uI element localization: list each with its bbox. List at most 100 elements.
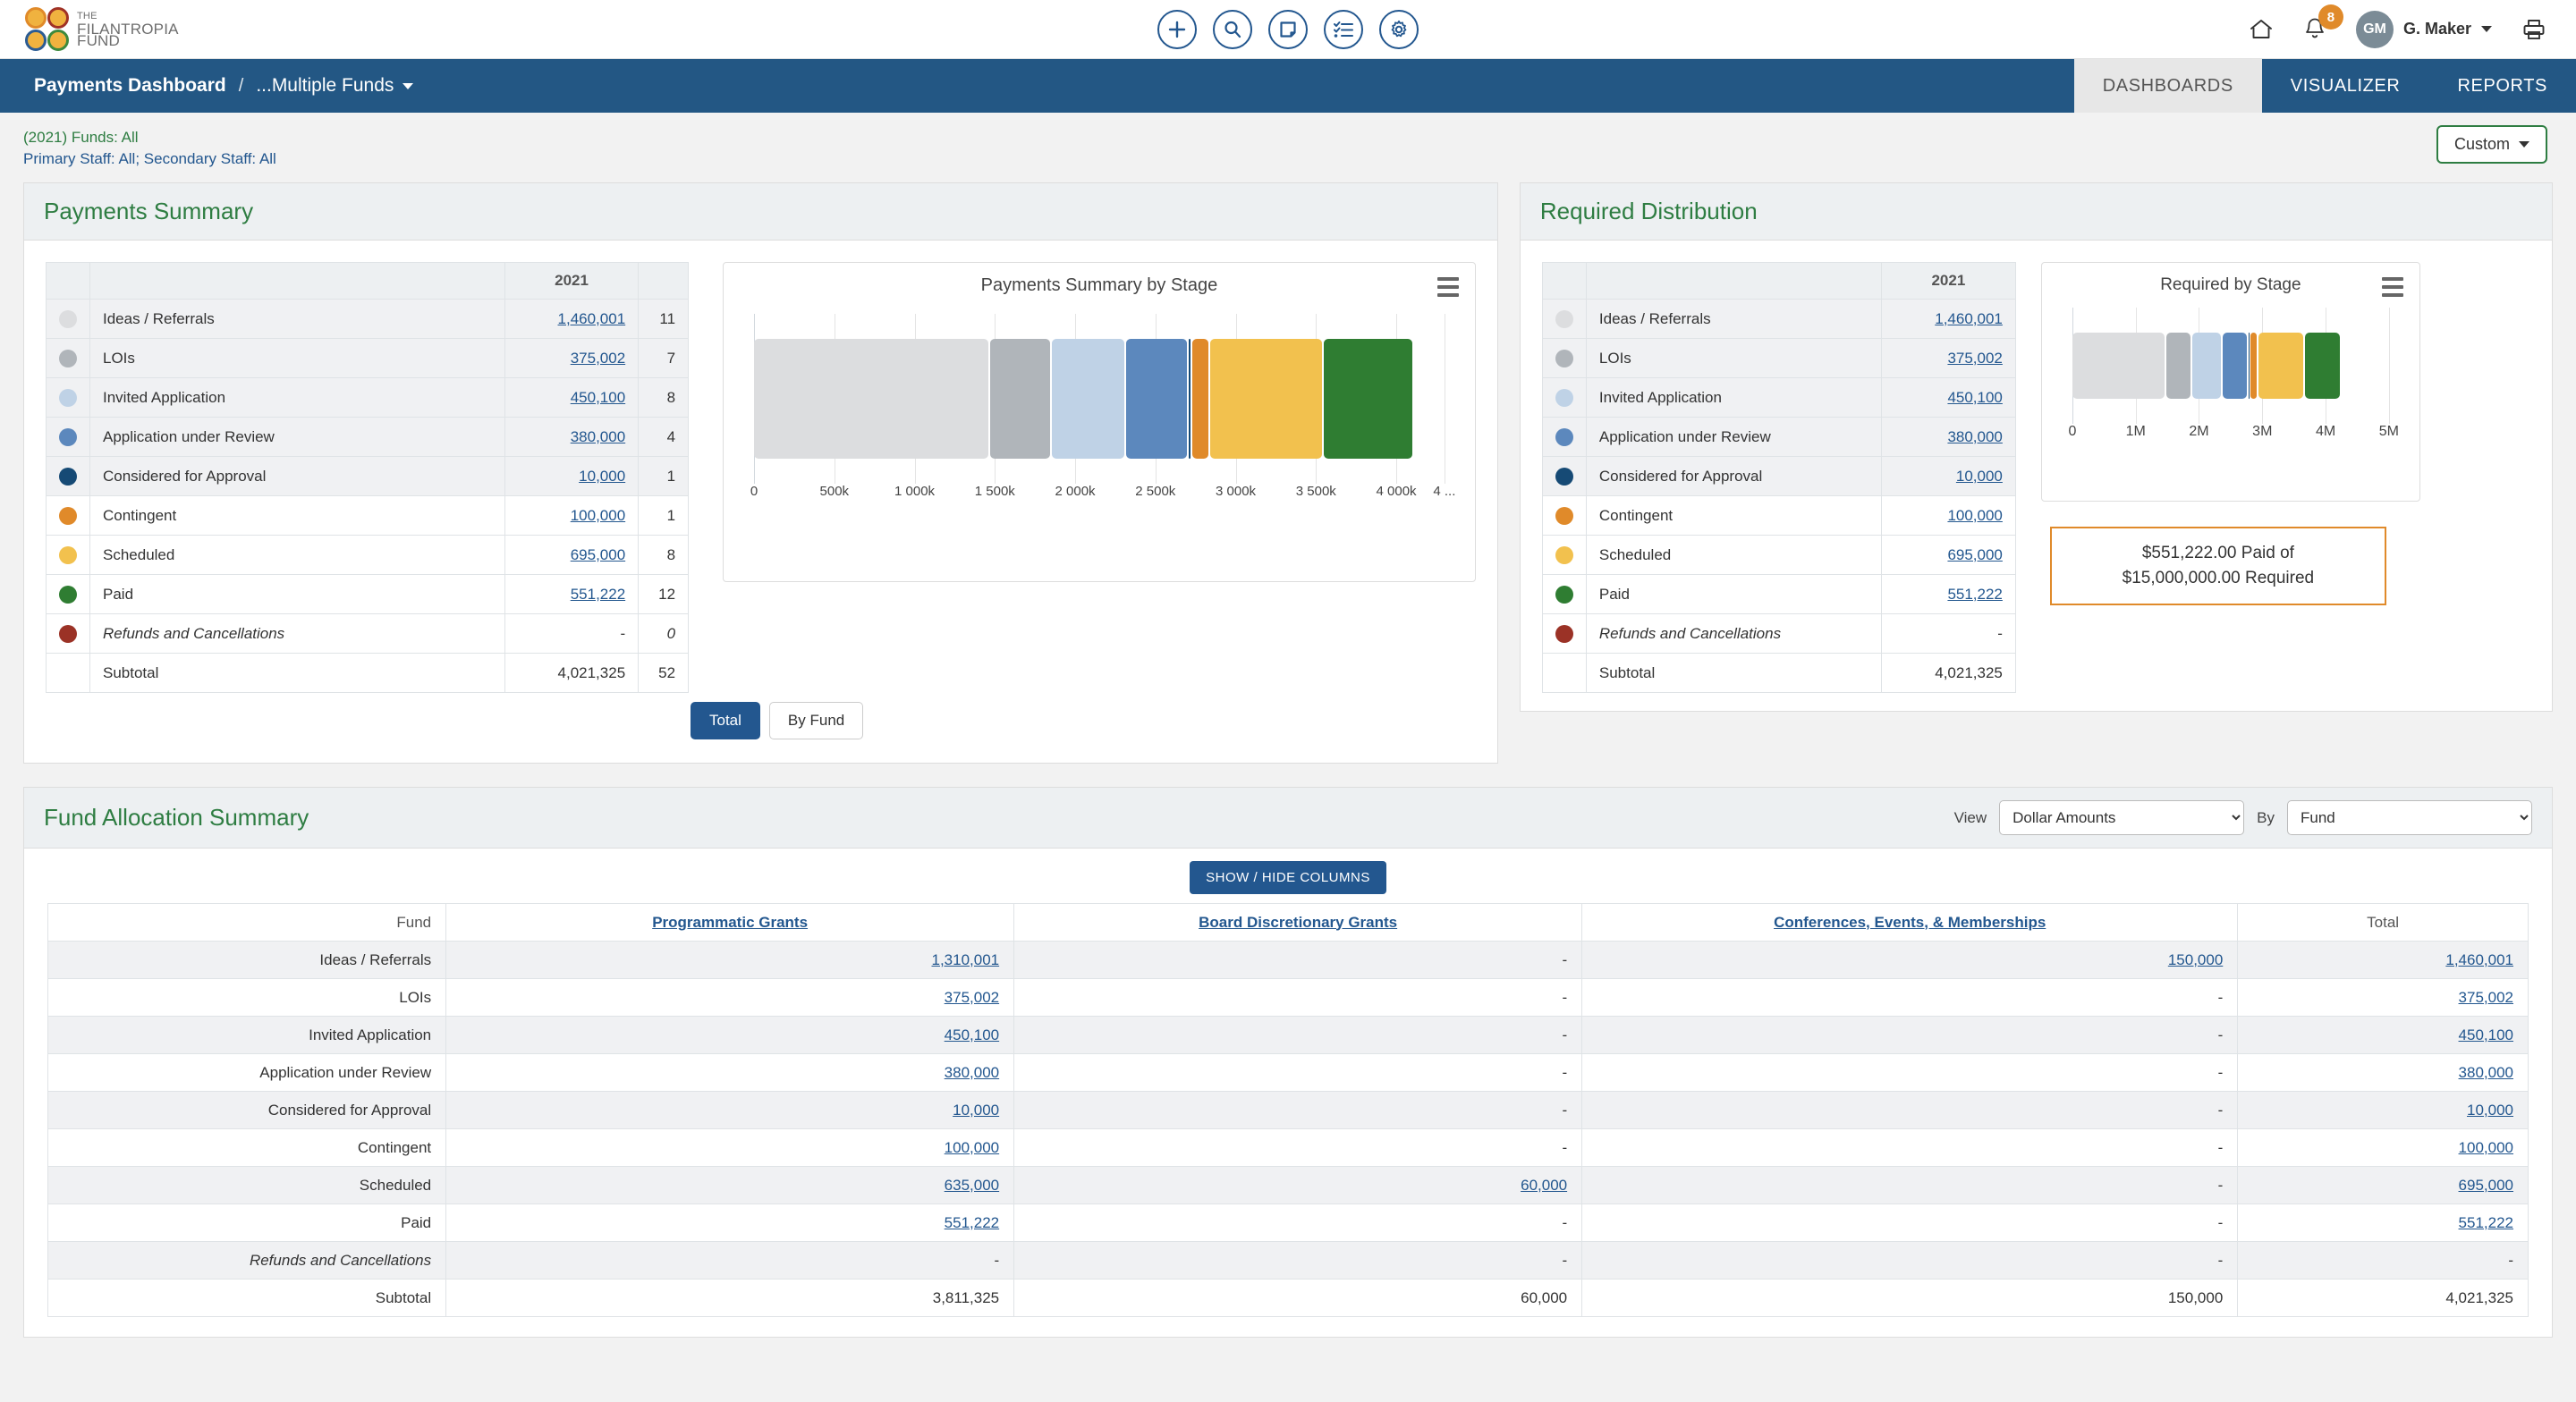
amount-link[interactable]: 10,000 [1956,468,2003,485]
stage-amount[interactable]: 375,002 [1881,339,2015,378]
chart-menu-icon[interactable] [2382,277,2403,301]
user-menu[interactable]: GM G. Maker [2356,11,2492,48]
fund-amount-cell[interactable]: 375,002 [2238,979,2529,1017]
col-conferences-link[interactable]: Conferences, Events, & Memberships [1774,914,2046,931]
chart-bar-segment[interactable] [2223,333,2247,399]
fund-amount-cell[interactable]: 551,222 [2238,1204,2529,1242]
stage-amount[interactable]: 10,000 [1881,457,2015,496]
amount-link[interactable]: 150,000 [2168,951,2223,968]
printer-icon[interactable] [2522,18,2546,41]
amount-link[interactable]: 100,000 [945,1139,999,1156]
amount-link[interactable]: 1,460,001 [2445,951,2513,968]
stage-amount[interactable]: 1,460,001 [1881,300,2015,339]
toggle-total-button[interactable]: Total [691,702,760,739]
fund-amount-cell[interactable]: 1,460,001 [2238,942,2529,979]
col-board-discretionary-grants-link[interactable]: Board Discretionary Grants [1199,914,1397,931]
brand-logo[interactable]: THE FILANTROPIA FUND [0,7,179,51]
amount-link[interactable]: 10,000 [579,468,625,485]
col-programmatic-grants-link[interactable]: Programmatic Grants [652,914,808,931]
amount-link[interactable]: 1,310,001 [931,951,999,968]
amount-link[interactable]: 551,222 [2459,1214,2513,1231]
fund-amount-cell[interactable]: 150,000 [1582,942,2238,979]
fund-amount-cell[interactable]: 551,222 [446,1204,1014,1242]
note-icon[interactable] [1268,10,1308,49]
amount-link[interactable]: 695,000 [1947,546,2002,563]
by-select[interactable]: Fund [2287,800,2532,835]
chart-bar-segment[interactable] [1052,339,1124,459]
chart-bar-segment[interactable] [2250,333,2257,399]
chart-bar-segment[interactable] [2192,333,2221,399]
chart-bar-segment[interactable] [1189,339,1191,459]
amount-link[interactable]: 100,000 [1947,507,2002,524]
stage-amount[interactable]: 695,000 [504,536,638,575]
amount-link[interactable]: 380,000 [945,1064,999,1081]
fund-amount-cell[interactable]: 695,000 [2238,1167,2529,1204]
chart-bar-segment[interactable] [1126,339,1187,459]
stage-amount[interactable]: 375,002 [504,339,638,378]
chart-menu-icon[interactable] [1437,277,1459,301]
fund-amount-cell[interactable]: 1,310,001 [446,942,1014,979]
chart-bar-segment[interactable] [754,339,988,459]
fund-amount-cell[interactable]: 380,000 [446,1054,1014,1092]
amount-link[interactable]: 1,460,001 [1935,310,2003,327]
tab-reports[interactable]: REPORTS [2428,59,2576,113]
amount-link[interactable]: 10,000 [953,1102,999,1119]
amount-link[interactable]: 60,000 [1521,1177,1567,1194]
fund-amount-cell[interactable]: 380,000 [2238,1054,2529,1092]
chart-bar-segment[interactable] [1210,339,1322,459]
amount-link[interactable]: 551,222 [1947,586,2002,603]
chart-bar-segment[interactable] [1192,339,1208,459]
amount-link[interactable]: 380,000 [1947,428,2002,445]
fund-amount-cell[interactable]: 635,000 [446,1167,1014,1204]
fund-amount-cell[interactable]: 60,000 [1014,1167,1582,1204]
amount-link[interactable]: 375,002 [1947,350,2002,367]
chart-bar-segment[interactable] [2249,333,2250,399]
search-icon[interactable] [1213,10,1252,49]
amount-link[interactable]: 551,222 [571,586,625,603]
chart-bar-segment[interactable] [2166,333,2190,399]
amount-link[interactable]: 375,002 [945,989,999,1006]
gear-icon[interactable] [1379,10,1419,49]
amount-link[interactable]: 635,000 [945,1177,999,1194]
filter-staff-line[interactable]: Primary Staff: All; Secondary Staff: All [23,148,2576,170]
amount-link[interactable]: 450,100 [571,389,625,406]
stage-amount[interactable]: 10,000 [504,457,638,496]
breadcrumb-fund-selector[interactable]: ...Multiple Funds [256,75,413,97]
view-select[interactable]: Dollar Amounts [1999,800,2244,835]
amount-link[interactable]: 695,000 [571,546,625,563]
fund-amount-cell[interactable]: 450,100 [2238,1017,2529,1054]
custom-filter-button[interactable]: Custom [2436,125,2547,164]
fund-amount-cell[interactable]: 375,002 [446,979,1014,1017]
stage-amount[interactable]: 1,460,001 [504,300,638,339]
stage-amount[interactable]: 100,000 [504,496,638,536]
stage-amount[interactable]: 551,222 [504,575,638,614]
fund-amount-cell[interactable]: 450,100 [446,1017,1014,1054]
tab-dashboards[interactable]: DASHBOARDS [2074,59,2262,113]
filter-funds-line[interactable]: (2021) Funds: All [23,127,2576,148]
amount-link[interactable]: 10,000 [2467,1102,2513,1119]
chart-bar-segment[interactable] [2305,333,2340,399]
amount-link[interactable]: 450,100 [1947,389,2002,406]
fund-amount-cell[interactable]: 10,000 [2238,1092,2529,1129]
amount-link[interactable]: 100,000 [571,507,625,524]
chart-bar-segment[interactable] [2072,333,2165,399]
amount-link[interactable]: 375,002 [571,350,625,367]
amount-link[interactable]: 380,000 [571,428,625,445]
chart-bar-segment[interactable] [990,339,1050,459]
amount-link[interactable]: 450,100 [945,1026,999,1043]
fund-amount-cell[interactable]: 100,000 [446,1129,1014,1167]
stage-amount[interactable]: 450,100 [504,378,638,418]
amount-link[interactable]: 1,460,001 [558,310,626,327]
stage-amount[interactable]: 380,000 [504,418,638,457]
show-hide-columns-button[interactable]: SHOW / HIDE COLUMNS [1190,861,1386,894]
amount-link[interactable]: 450,100 [2459,1026,2513,1043]
stage-amount[interactable]: 450,100 [1881,378,2015,418]
checklist-icon[interactable] [1324,10,1363,49]
amount-link[interactable]: 551,222 [945,1214,999,1231]
chart-bar-segment[interactable] [2258,333,2302,399]
home-icon[interactable] [2249,18,2274,41]
chart-bar-segment[interactable] [1324,339,1412,459]
stage-amount[interactable]: 380,000 [1881,418,2015,457]
amount-link[interactable]: 695,000 [2459,1177,2513,1194]
amount-link[interactable]: 380,000 [2459,1064,2513,1081]
